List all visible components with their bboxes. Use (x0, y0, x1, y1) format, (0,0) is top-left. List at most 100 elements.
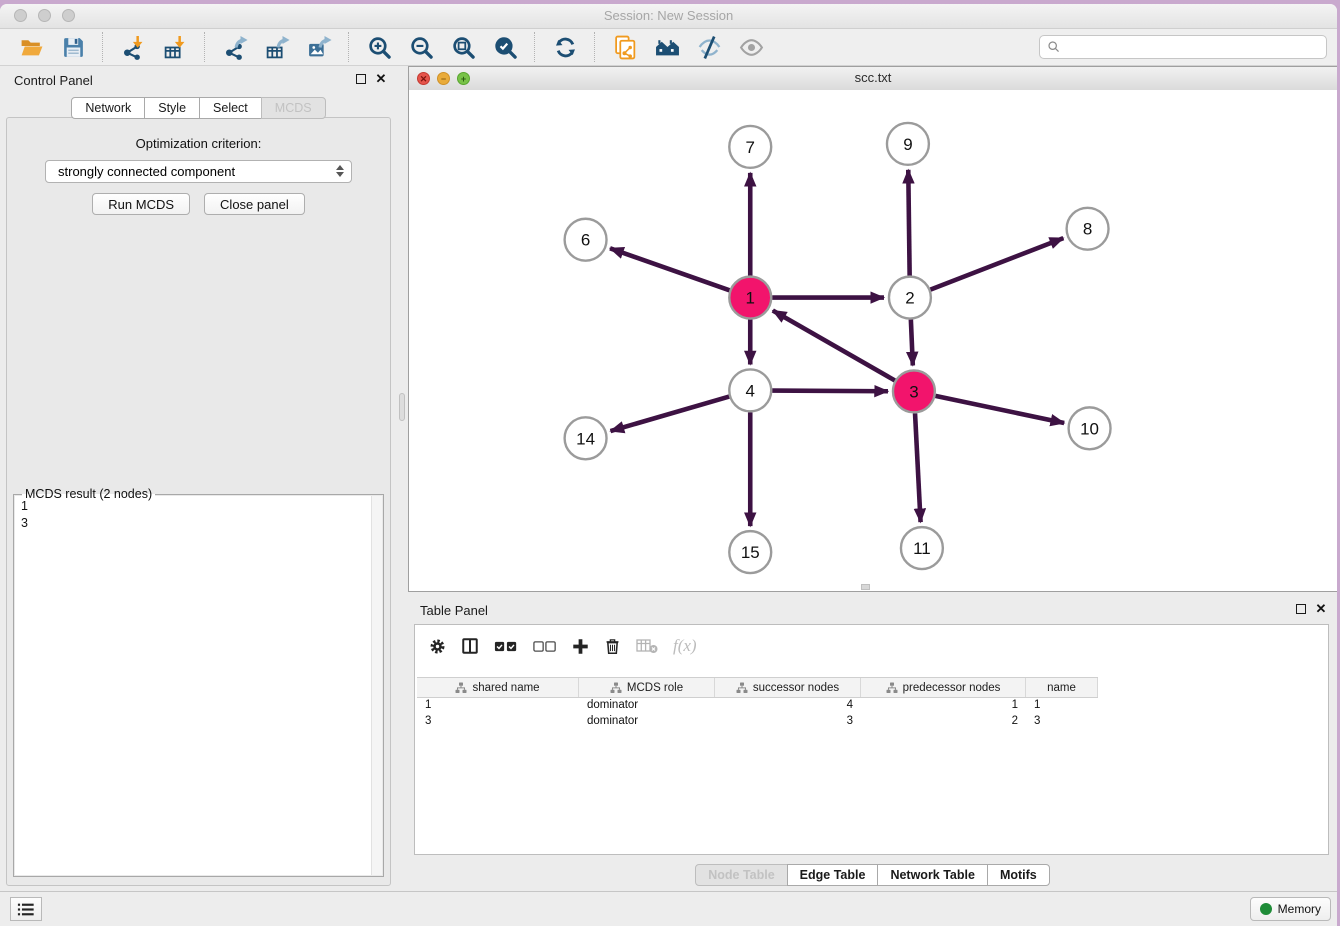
select-all-button[interactable] (494, 639, 518, 654)
memory-button[interactable]: Memory (1250, 897, 1331, 921)
close-view-icon[interactable]: ✕ (417, 72, 430, 85)
tab-network-table[interactable]: Network Table (877, 864, 988, 886)
toolbar-divider (534, 32, 536, 62)
hide-selected-button[interactable] (693, 32, 725, 62)
first-neighbors-icon (655, 35, 680, 60)
graph-node-label: 6 (581, 231, 590, 250)
tab-select[interactable]: Select (199, 97, 262, 119)
delete-table-icon (636, 638, 658, 654)
graph-node-1[interactable]: 1 (729, 277, 771, 319)
close-window-icon[interactable] (14, 9, 27, 22)
tab-motifs[interactable]: Motifs (987, 864, 1050, 886)
graph-node-label: 9 (903, 135, 912, 154)
minimize-view-icon[interactable]: − (437, 72, 450, 85)
column-header-name[interactable]: name (1026, 678, 1098, 697)
show-columns-button[interactable] (461, 637, 479, 655)
graph-node-15[interactable]: 15 (729, 531, 771, 573)
graph-node-6[interactable]: 6 (565, 219, 607, 261)
export-image-button[interactable] (303, 32, 335, 62)
control-panel: Control Panel NetworkStyleSelectMCDS Opt… (0, 66, 397, 892)
table-cell: 3 (715, 713, 861, 729)
column-header-successor-nodes[interactable]: successor nodes (715, 678, 861, 697)
splitter-handle[interactable] (399, 393, 405, 421)
graph-node-11[interactable]: 11 (901, 527, 943, 569)
function-builder-button: f(x) (673, 636, 697, 656)
graph-node-label: 4 (746, 381, 755, 400)
graph-node-10[interactable]: 10 (1069, 407, 1111, 449)
search-box[interactable] (1039, 35, 1327, 59)
network-window-titlebar[interactable]: ✕ − + scc.txt (409, 67, 1337, 91)
open-session-button[interactable] (15, 32, 47, 62)
table-mode-icon (429, 638, 446, 655)
graph-node-14[interactable]: 14 (565, 417, 607, 459)
graph-node-label: 15 (741, 543, 760, 562)
first-neighbors-button[interactable] (651, 32, 683, 62)
graph-node-9[interactable]: 9 (887, 123, 929, 165)
graph-node-3[interactable]: 3 (893, 370, 935, 412)
table-row[interactable]: 3dominator323 (417, 713, 1098, 729)
canvas-resize-handle[interactable] (861, 584, 870, 590)
result-scrollbar[interactable] (371, 496, 382, 875)
task-history-button[interactable] (10, 897, 42, 921)
window-title: Session: New Session (0, 4, 1337, 28)
table-mode-button[interactable] (429, 638, 446, 655)
maximize-view-icon[interactable]: + (457, 72, 470, 85)
table-toolbar: f(x) (429, 633, 697, 659)
column-header-label: predecessor nodes (903, 682, 1001, 694)
run-mcds-button[interactable]: Run MCDS (92, 193, 190, 215)
network-canvas[interactable]: 7 9 6 8 1 2 4 3 14 10 15 11 (409, 90, 1337, 591)
zoom-out-button[interactable] (405, 32, 437, 62)
toolbar-divider (204, 32, 206, 62)
maximize-window-icon[interactable] (62, 9, 75, 22)
export-network-icon (223, 35, 248, 60)
graph-edge-2-3[interactable] (911, 320, 913, 366)
graph-node-2[interactable]: 2 (889, 277, 931, 319)
function-builder-icon: f(x) (673, 636, 697, 656)
create-column-button[interactable] (572, 638, 589, 655)
float-table-panel-icon[interactable] (1296, 604, 1306, 614)
graph-edge-3-11[interactable] (915, 413, 921, 522)
column-header-predecessor-nodes[interactable]: predecessor nodes (861, 678, 1026, 697)
network-from-selection-button[interactable] (609, 32, 641, 62)
import-table-button[interactable] (159, 32, 191, 62)
zoom-in-button[interactable] (363, 32, 395, 62)
close-panel-icon[interactable] (375, 73, 387, 85)
tab-mcds[interactable]: MCDS (261, 97, 326, 119)
column-header-mcds-role[interactable]: MCDS role (579, 678, 715, 697)
graph-edge-4-3[interactable] (772, 391, 888, 392)
close-panel-button[interactable]: Close panel (204, 193, 305, 215)
export-network-button[interactable] (219, 32, 251, 62)
close-table-panel-icon[interactable] (1315, 603, 1327, 615)
search-icon (1047, 40, 1061, 54)
tab-node-table[interactable]: Node Table (695, 864, 787, 886)
network-from-selection-icon (613, 35, 638, 60)
criterion-select[interactable]: strongly connected component (45, 160, 352, 183)
graph-edge-3-1[interactable] (773, 310, 895, 380)
float-panel-icon[interactable] (356, 74, 366, 84)
deselect-all-button[interactable] (533, 639, 557, 654)
tab-edge-table[interactable]: Edge Table (787, 864, 879, 886)
save-session-button[interactable] (57, 32, 89, 62)
graph-node-8[interactable]: 8 (1067, 208, 1109, 250)
graph-edge-2-9[interactable] (908, 170, 909, 276)
graph-edge-3-10[interactable] (935, 396, 1064, 423)
zoom-fit-button[interactable] (447, 32, 479, 62)
minimize-window-icon[interactable] (38, 9, 51, 22)
tab-network[interactable]: Network (71, 97, 145, 119)
graph-edge-2-8[interactable] (930, 238, 1063, 290)
delete-columns-button[interactable] (604, 637, 621, 655)
graph-node-4[interactable]: 4 (729, 369, 771, 411)
column-header-shared-name[interactable]: shared name (417, 678, 579, 697)
graph-node-7[interactable]: 7 (729, 126, 771, 168)
export-table-button[interactable] (261, 32, 293, 62)
graph-edge-1-6[interactable] (610, 248, 729, 290)
graph-node-label: 7 (746, 138, 755, 157)
graph-edge-4-14[interactable] (610, 397, 729, 432)
refresh-button[interactable] (549, 32, 581, 62)
zoom-selected-button[interactable] (489, 32, 521, 62)
table-row[interactable]: 1dominator411 (417, 697, 1098, 713)
tab-style[interactable]: Style (144, 97, 200, 119)
search-input[interactable] (1066, 39, 1319, 55)
import-network-button[interactable] (117, 32, 149, 62)
zoom-fit-icon (451, 35, 476, 60)
